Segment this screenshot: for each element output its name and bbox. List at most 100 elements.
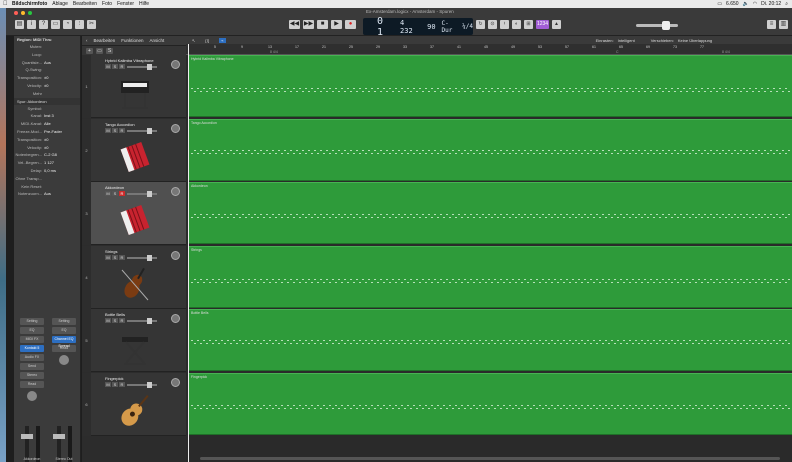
record-enable-button[interactable]: R bbox=[119, 318, 125, 323]
region-param-row[interactable]: Quantisie... Aus bbox=[14, 59, 80, 67]
region-param-value[interactable]: ±0 bbox=[44, 74, 80, 82]
record-button[interactable]: ● bbox=[345, 20, 356, 29]
menu-functions[interactable]: Funktionen bbox=[121, 38, 143, 43]
track-pan-knob[interactable] bbox=[171, 60, 180, 69]
track-param-value[interactable]: Alle bbox=[44, 120, 80, 128]
track-pan-knob[interactable] bbox=[171, 250, 180, 260]
region-param-value[interactable] bbox=[44, 51, 80, 59]
track-volume-handle[interactable] bbox=[147, 191, 152, 197]
track-header[interactable]: 3 Akkordeon M S R bbox=[82, 182, 186, 245]
track-pan-knob[interactable] bbox=[171, 187, 180, 196]
browsers-icon[interactable]: ▥ bbox=[779, 20, 788, 29]
track-header[interactable]: 1 Hybrid Kalimba Vibraphone M S R bbox=[82, 55, 186, 118]
track-pan-knob[interactable] bbox=[171, 314, 180, 323]
track-param-row[interactable]: Ohne Transp... bbox=[14, 175, 80, 183]
region-header[interactable]: Region: MIDI Thru bbox=[14, 36, 80, 43]
strip-slot-button[interactable]: EQ bbox=[52, 327, 76, 334]
info-icon[interactable]: i bbox=[27, 20, 36, 29]
horizontal-scrollbar[interactable] bbox=[200, 457, 780, 460]
track-param-row[interactable]: Notenzuorn... Aus bbox=[14, 190, 80, 198]
pointer-tool-icon[interactable]: ↖ bbox=[192, 38, 195, 43]
solo-icon[interactable]: ◐ bbox=[512, 20, 521, 29]
stop-button[interactable]: ■ bbox=[317, 20, 328, 29]
menu-ablage[interactable]: Ablage bbox=[52, 1, 68, 7]
track-param-row[interactable]: Delay: 0,0 ms bbox=[14, 167, 80, 175]
mute-button[interactable]: M bbox=[105, 381, 111, 387]
arrange-area[interactable]: Hybrid Kalimba Vibraphone Tango Accordion… bbox=[186, 55, 792, 462]
record-enable-button[interactable]: R bbox=[119, 381, 125, 387]
mute-button[interactable]: M bbox=[105, 191, 111, 196]
master-volume-knob[interactable] bbox=[662, 21, 670, 30]
track-param-row[interactable]: MIDI-Kanal: Alle bbox=[14, 120, 80, 128]
track-param-value[interactable]: Pre-Fader bbox=[44, 128, 80, 136]
track-param-row[interactable]: Symbol: bbox=[14, 105, 80, 113]
fader-cap[interactable] bbox=[21, 434, 33, 439]
solo-button[interactable]: S bbox=[112, 318, 118, 323]
strip-slot-button[interactable]: MIDI FX bbox=[20, 336, 44, 343]
midi-region[interactable]: Akkordeon bbox=[189, 182, 792, 244]
track-name[interactable]: Tango Accordion bbox=[105, 122, 135, 127]
track-param-value[interactable]: C-2 G8 bbox=[44, 151, 80, 159]
strip-slot-button[interactable]: Channel EQ Spread bbox=[52, 336, 76, 348]
strip-slot-button[interactable]: Send bbox=[20, 363, 44, 370]
track-name[interactable]: Hybrid Kalimba Vibraphone bbox=[105, 58, 154, 63]
track-pan-knob[interactable] bbox=[171, 377, 180, 387]
solo-button[interactable]: S bbox=[112, 254, 118, 260]
track-name[interactable]: Bottle Bells bbox=[105, 312, 125, 317]
midi-region[interactable]: Tango Accordion bbox=[189, 118, 792, 181]
track-param-value[interactable]: ±0 bbox=[44, 136, 80, 144]
mute-button[interactable]: M bbox=[105, 318, 111, 323]
midi-region[interactable]: Strings bbox=[189, 245, 792, 308]
record-enable-button[interactable]: R bbox=[119, 64, 125, 69]
track-param-value[interactable]: Inst 3 bbox=[44, 112, 80, 120]
snap-value[interactable]: Intelligent bbox=[618, 38, 635, 43]
strip-slot-button[interactable]: Setting bbox=[20, 318, 44, 325]
menu-hilfe[interactable]: Hilfe bbox=[139, 1, 149, 7]
track-header[interactable]: 6 Fingerpick M S R bbox=[82, 372, 186, 436]
battery-icon[interactable]: ▭ bbox=[717, 1, 722, 7]
track-pan-knob[interactable] bbox=[171, 123, 180, 133]
track-volume-slider[interactable] bbox=[127, 381, 157, 388]
editors-icon[interactable]: ✂ bbox=[87, 20, 96, 29]
list-editors-icon[interactable]: ≡ bbox=[767, 20, 776, 29]
track-name[interactable]: Akkordeon bbox=[105, 185, 124, 190]
menu-fenster[interactable]: Fenster bbox=[117, 1, 134, 7]
record-enable-button[interactable]: R bbox=[119, 127, 125, 133]
region-param-value[interactable]: ±0 bbox=[44, 82, 80, 90]
track-param-value[interactable]: ±0 bbox=[44, 144, 80, 152]
track-param-value[interactable]: 0,0 ms bbox=[44, 167, 80, 175]
track-param-row[interactable]: Vel.-Begren... 1 127 bbox=[14, 159, 80, 167]
track-volume-handle[interactable] bbox=[147, 318, 152, 324]
automation-icon[interactable]: ⌁ bbox=[219, 37, 226, 43]
mixer-icon[interactable]: ⫶ bbox=[75, 20, 84, 29]
minimize-icon[interactable] bbox=[21, 11, 25, 15]
playhead[interactable] bbox=[188, 44, 189, 462]
close-icon[interactable] bbox=[14, 11, 18, 15]
track-param-row[interactable]: Transposition: ±0 bbox=[14, 136, 80, 144]
track-volume-slider[interactable] bbox=[127, 191, 157, 197]
track-header[interactable]: 5 Bottle Bells M S R bbox=[82, 309, 186, 372]
track-param-row[interactable]: Velocity: ±0 bbox=[14, 144, 80, 152]
help-icon[interactable]: ? bbox=[39, 20, 48, 29]
region-param-row[interactable]: Velocity: ±0 bbox=[14, 82, 80, 90]
track-param-value[interactable] bbox=[44, 175, 80, 183]
record-enable-button[interactable]: R bbox=[119, 254, 125, 260]
pan-knob-out[interactable] bbox=[59, 355, 69, 365]
track-header[interactable]: Spur: Akkordeon bbox=[14, 97, 80, 105]
rewind-button[interactable]: ◀◀ bbox=[289, 20, 300, 29]
track-volume-handle[interactable] bbox=[147, 127, 152, 134]
menu-bearbeiten[interactable]: Bearbeiten bbox=[73, 1, 97, 7]
solo-button[interactable]: S bbox=[112, 381, 118, 387]
tuner-icon[interactable]: ♮ bbox=[500, 20, 509, 29]
midi-region[interactable]: Hybrid Kalimba Vibraphone bbox=[189, 55, 792, 117]
lcd-signature[interactable]: ¼/4 bbox=[462, 23, 473, 30]
track-volume-handle[interactable] bbox=[147, 64, 152, 70]
lcd-display[interactable]: 0 1 4 232 90 C-Dur ¼/4 bbox=[363, 16, 473, 38]
drag-value[interactable]: Keine Überlappung bbox=[678, 38, 712, 43]
toolbar-icon[interactable]: ▭ bbox=[51, 20, 60, 29]
smart-controls-icon[interactable]: ◔ bbox=[63, 20, 72, 29]
track-param-value[interactable]: 1 127 bbox=[44, 159, 80, 167]
volume-icon[interactable]: 🔈 bbox=[743, 1, 749, 7]
region-param-row[interactable]: Q-Swing: bbox=[14, 66, 80, 74]
mute-button[interactable]: M bbox=[105, 127, 111, 133]
